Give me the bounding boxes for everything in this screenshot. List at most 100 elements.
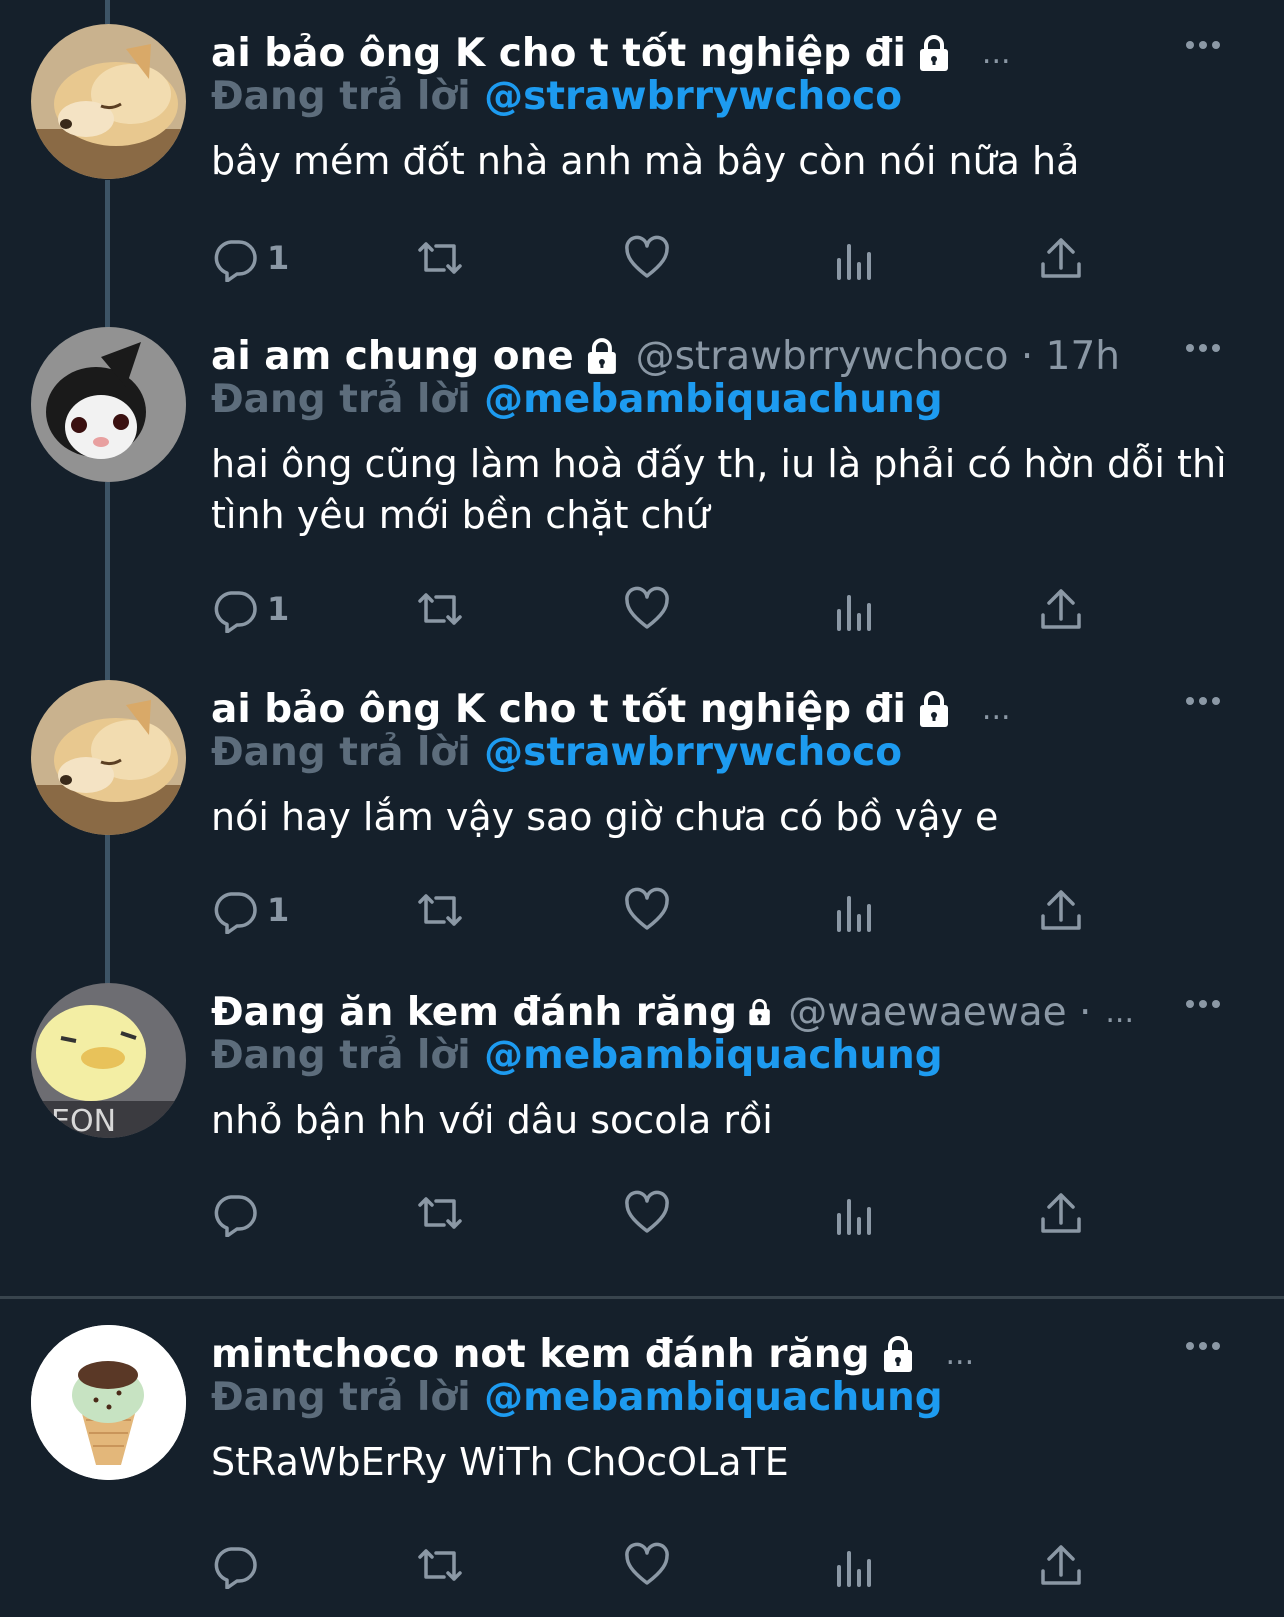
header-ellipsis: ...: [945, 1336, 975, 1372]
like-button[interactable]: [623, 882, 671, 938]
like-button[interactable]: [623, 581, 671, 637]
reply-icon: [214, 240, 257, 282]
reply-target-link[interactable]: @strawbrrywchoco: [484, 74, 902, 119]
cat-avatar-icon: [31, 327, 186, 482]
tweet[interactable]: EON Đang ăn kem đánh răng @waewaewae · .…: [0, 983, 1284, 1283]
avatar[interactable]: [31, 327, 186, 482]
tweet[interactable]: ai bảo ông K cho t tốt nghiệp đi ... Đan…: [0, 24, 1284, 324]
avatar[interactable]: EON: [31, 983, 186, 1138]
like-button[interactable]: [623, 1185, 671, 1241]
more-icon[interactable]: [1184, 694, 1222, 708]
heart-icon: [625, 586, 669, 629]
reply-button[interactable]: [211, 1185, 267, 1241]
lock-icon: [587, 338, 616, 374]
divider: [0, 1296, 1284, 1299]
like-button[interactable]: [623, 1537, 671, 1593]
tweet[interactable]: ai bảo ông K cho t tốt nghiệp đi ... Đan…: [0, 680, 1284, 980]
share-button[interactable]: [1037, 1185, 1085, 1241]
views-button[interactable]: [831, 882, 879, 938]
display-name[interactable]: ai bảo ông K cho t tốt nghiệp đi: [211, 31, 906, 76]
reply-count: 1: [267, 590, 290, 628]
views-icon: [837, 1551, 871, 1587]
more-icon[interactable]: [1184, 1339, 1222, 1353]
reply-prefix: Đang trả lời: [211, 1375, 471, 1420]
views-button[interactable]: [831, 1537, 879, 1593]
reply-target-link[interactable]: @mebambiquachung: [484, 1375, 943, 1420]
retweet-icon: [418, 242, 462, 274]
share-icon: [1041, 589, 1081, 629]
retweet-button[interactable]: [416, 882, 464, 938]
svg-text:EON: EON: [51, 1104, 116, 1138]
action-bar: 1: [211, 581, 1111, 637]
heart-icon: [625, 1542, 669, 1585]
action-bar: 1: [211, 230, 1111, 286]
display-name[interactable]: mintchoco not kem đánh răng: [211, 1332, 870, 1377]
retweet-icon: [418, 894, 462, 926]
views-icon: [837, 595, 871, 631]
reply-target-link[interactable]: @mebambiquachung: [484, 377, 943, 422]
tweet[interactable]: ai am chung one @strawbrrywchoco · 17h Đ…: [0, 327, 1284, 657]
retweet-icon: [418, 1197, 462, 1229]
views-button[interactable]: [831, 581, 879, 637]
views-icon: [837, 244, 871, 280]
lock-icon: [919, 691, 948, 727]
like-button[interactable]: [623, 230, 671, 286]
reply-icon: [214, 1195, 257, 1237]
share-icon: [1041, 1193, 1081, 1233]
icecream-avatar-icon: [31, 1325, 186, 1480]
header-ellipsis: ...: [1105, 994, 1134, 1030]
tweet-text: bây mém đốt nhà anh mà bây còn nói nữa h…: [211, 139, 1080, 183]
reply-button[interactable]: 1: [211, 882, 289, 938]
retweet-button[interactable]: [416, 1537, 464, 1593]
retweet-button[interactable]: [416, 230, 464, 286]
replying-to: Đang trả lời @mebambiquachung: [211, 1033, 943, 1078]
display-name[interactable]: Đang ăn kem đánh răng: [211, 990, 737, 1035]
display-name[interactable]: ai am chung one: [211, 334, 574, 379]
views-button[interactable]: [831, 1185, 879, 1241]
action-bar: [211, 1537, 1111, 1593]
retweet-icon: [418, 1549, 462, 1581]
reply-button[interactable]: 1: [211, 230, 289, 286]
heart-icon: [625, 887, 669, 930]
share-button[interactable]: [1037, 1537, 1085, 1593]
reply-count: 1: [267, 891, 290, 929]
retweet-button[interactable]: [416, 1185, 464, 1241]
lock-icon: [883, 1336, 912, 1372]
tweet-text: nhỏ bận hh với dâu socola rồi: [211, 1098, 773, 1142]
reply-button[interactable]: 1: [211, 581, 289, 637]
handle[interactable]: @strawbrrywchoco · 17h: [636, 334, 1120, 379]
share-button[interactable]: [1037, 882, 1085, 938]
header-ellipsis: ...: [981, 691, 1011, 727]
avatar[interactable]: [31, 1325, 186, 1480]
replying-to: Đang trả lời @mebambiquachung: [211, 377, 943, 422]
thread-line: [105, 0, 110, 24]
avatar[interactable]: [31, 680, 186, 835]
reply-icon: [214, 892, 257, 934]
reply-target-link[interactable]: @mebambiquachung: [484, 1033, 943, 1078]
heart-icon: [625, 235, 669, 278]
more-icon[interactable]: [1184, 38, 1222, 52]
more-icon[interactable]: [1184, 997, 1222, 1011]
lock-icon: [919, 35, 948, 71]
reply-icon: [214, 591, 257, 633]
reply-button[interactable]: [211, 1537, 267, 1593]
tweet-text: StRaWbErRy WiTh ChOcOLaTE: [211, 1440, 789, 1484]
dog-avatar-icon: [31, 24, 186, 179]
tweet[interactable]: mintchoco not kem đánh răng ... Đang trả…: [0, 1325, 1284, 1615]
retweet-button[interactable]: [416, 581, 464, 637]
action-bar: [211, 1185, 1111, 1241]
reply-target-link[interactable]: @strawbrrywchoco: [484, 730, 902, 775]
reply-prefix: Đang trả lời: [211, 377, 471, 422]
share-button[interactable]: [1037, 230, 1085, 286]
reply-icon: [214, 1547, 257, 1589]
lock-icon: [749, 998, 770, 1026]
avatar[interactable]: [31, 24, 186, 179]
views-button[interactable]: [831, 230, 879, 286]
display-name[interactable]: ai bảo ông K cho t tốt nghiệp đi: [211, 687, 906, 732]
share-button[interactable]: [1037, 581, 1085, 637]
more-icon[interactable]: [1184, 341, 1222, 355]
handle[interactable]: @waewaewae ·: [788, 990, 1091, 1035]
heart-icon: [625, 1190, 669, 1233]
tweet-text: nói hay lắm vậy sao giờ chưa có bồ vậy e: [211, 795, 999, 839]
replying-to: Đang trả lời @mebambiquachung: [211, 1375, 943, 1420]
